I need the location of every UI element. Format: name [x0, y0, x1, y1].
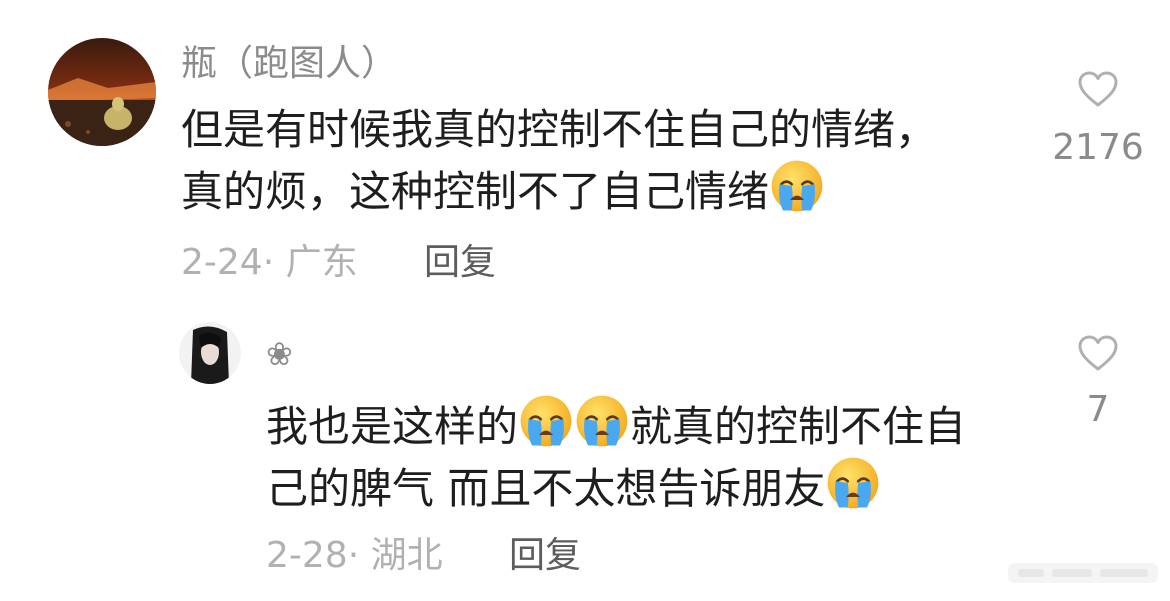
- username[interactable]: ❀: [266, 334, 293, 374]
- heart-outline-icon: [1078, 335, 1118, 371]
- comment-line: 但是有时候我真的控制不住自己的情绪，: [181, 102, 937, 158]
- avatar[interactable]: [179, 322, 241, 384]
- comment-text-segment: 己的脾气 而且不太想告诉朋友: [266, 464, 826, 513]
- like-button[interactable]: 2176: [1048, 70, 1148, 168]
- heart-outline-icon: [1078, 71, 1118, 107]
- loudly-crying-face-icon: [576, 395, 628, 447]
- comment-text: 但是有时候我真的控制不住自己的情绪， 真的烦，这种控制不了自己情绪: [181, 102, 937, 220]
- username[interactable]: 瓶（跑图人）: [181, 44, 397, 84]
- comment-text: 我也是这样的 就真的控制不住自 己的脾气 而且不太想告诉朋友: [266, 393, 966, 517]
- loudly-crying-face-icon: [520, 395, 572, 447]
- comment-date-location: 2-24· 广东: [181, 242, 358, 283]
- loudly-crying-face-icon: [827, 457, 879, 509]
- comment-line: 己的脾气 而且不太想告诉朋友: [266, 455, 966, 517]
- like-count: 2176: [1052, 127, 1144, 168]
- comment-text-segment: 真的烦，这种控制不了自己情绪: [181, 167, 770, 216]
- like-button[interactable]: 7: [1048, 334, 1148, 430]
- comment-text-segment: 但是有时候我真的控制不住自己的情绪，: [181, 105, 938, 154]
- comment-text-segment: 就真的控制不住自: [630, 402, 967, 451]
- reply-button[interactable]: 回复: [424, 243, 496, 283]
- comment-line: 真的烦，这种控制不了自己情绪: [181, 158, 937, 220]
- watermark-icon: [1008, 563, 1158, 583]
- comment-text-segment: 我也是这样的: [266, 402, 519, 451]
- comment-line: 我也是这样的 就真的控制不住自: [266, 393, 966, 455]
- reply-button[interactable]: 回复: [509, 536, 581, 576]
- comment-date-location: 2-28· 湖北: [266, 535, 443, 576]
- avatar[interactable]: [48, 38, 156, 146]
- like-count: 7: [1086, 389, 1110, 430]
- loudly-crying-face-icon: [771, 160, 823, 212]
